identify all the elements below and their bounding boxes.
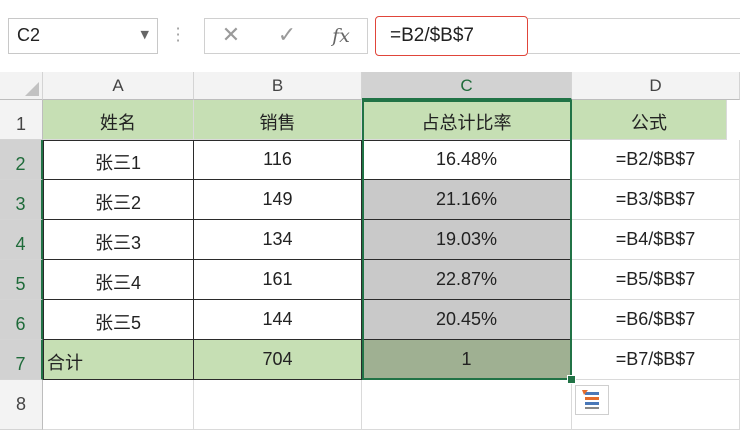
name-box-value: C2 [17,25,41,45]
cell-c6[interactable]: 20.45% [362,300,572,340]
select-all-corner[interactable] [0,72,43,100]
cell-c3[interactable]: 21.16% [362,180,572,220]
chevron-down-icon[interactable]: ▼ [141,28,149,41]
name-value: 张三2 [94,193,141,213]
enter-icon[interactable]: ✓ [273,23,301,49]
cell-d1[interactable]: 公式 [572,100,727,140]
formula-text: =B2/$B$7 [390,25,474,46]
cell-b7[interactable]: 704 [194,340,362,380]
row-header-1[interactable]: 1 [0,100,43,140]
name-value: 张三5 [94,313,141,333]
formula-value: =B5/$B$7 [615,269,696,289]
cell-d6[interactable]: =B6/$B$7 [572,300,740,340]
formula-value: =B7/$B$7 [615,349,696,369]
name-value: 张三3 [94,233,141,253]
row-header-2[interactable]: 2 [0,140,43,180]
more-options-icon[interactable]: · · · [175,21,181,49]
sales-value: 161 [262,269,293,289]
cell-c5[interactable]: 22.87% [362,260,572,300]
header-ratio: 占总计比率 [421,113,512,133]
sales-value: 116 [263,149,292,169]
ratio-value: 21.16% [435,189,498,209]
cell-b1[interactable]: 销售 [194,100,362,140]
cell-a5[interactable]: 张三4 [43,260,194,300]
row-header-5[interactable]: 5 [0,260,43,300]
cell-d4[interactable]: =B4/$B$7 [572,220,740,260]
cell-b4[interactable]: 134 [194,220,362,260]
formula-value: =B3/$B$7 [615,189,696,209]
formula-input[interactable]: =B2/$B$7 [375,16,528,56]
cell-a6[interactable]: 张三5 [43,300,194,340]
column-header-d[interactable]: D [572,72,740,100]
row-header-4[interactable]: 4 [0,220,43,260]
cell-d7[interactable]: =B7/$B$7 [572,340,740,380]
header-sales: 销售 [259,113,296,133]
cell-a8[interactable] [43,380,194,430]
formula-bar: C2 ▼ · · · ✕ ✓ fx =B2/$B$7 [0,0,740,72]
ratio-value: 19.03% [435,229,498,249]
insert-function-icon[interactable]: fx [327,23,355,49]
cell-d5[interactable]: =B5/$B$7 [572,260,740,300]
header-formula: 公式 [631,113,667,133]
sales-value: 149 [262,189,293,209]
cell-b6[interactable]: 144 [194,300,362,340]
sales-value: 144 [262,309,293,329]
row-header-3[interactable]: 3 [0,180,43,220]
sales-value: 134 [262,229,293,249]
cell-d3[interactable]: =B3/$B$7 [572,180,740,220]
row-header-8[interactable]: 8 [0,380,43,430]
name-value: 张三4 [94,273,141,293]
column-header-a[interactable]: A [43,72,194,100]
row-header-6[interactable]: 6 [0,300,43,340]
cell-a2[interactable]: 张三1 [43,140,194,180]
ratio-value: 20.45% [435,309,498,329]
header-name: 姓名 [100,113,136,133]
ratio-value: 22.87% [435,269,498,289]
column-header-c[interactable]: C [362,72,572,100]
name-box[interactable]: C2 ▼ [8,18,158,54]
name-value: 张三1 [94,153,141,173]
cell-c1[interactable]: 占总计比率 [362,100,572,140]
cell-c8[interactable] [362,380,572,430]
cell-a3[interactable]: 张三2 [43,180,194,220]
column-header-b[interactable]: B [194,72,362,100]
cell-c7[interactable]: 1 [362,340,572,380]
cell-a1[interactable]: 姓名 [43,100,194,140]
formula-buttons: ✕ ✓ fx [204,18,368,54]
cell-b5[interactable]: 161 [194,260,362,300]
quick-analysis-button[interactable] [575,385,609,415]
quick-analysis-icon [582,390,599,409]
cell-c4[interactable]: 19.03% [362,220,572,260]
cell-b2[interactable]: 116 [194,140,362,180]
row-header-7[interactable]: 7 [0,340,43,380]
total-label: 合计 [47,353,83,373]
cell-d2[interactable]: =B2/$B$7 [572,140,740,180]
cell-b8[interactable] [194,380,362,430]
cell-c2[interactable]: 16.48% [362,140,572,180]
fill-handle[interactable] [567,375,576,384]
ratio-value: 16.48% [435,149,498,169]
cell-b3[interactable]: 149 [194,180,362,220]
cancel-icon[interactable]: ✕ [217,23,245,49]
total-ratio: 1 [461,349,472,369]
formula-value: =B6/$B$7 [615,309,696,329]
formula-value: =B4/$B$7 [615,229,696,249]
cell-a7[interactable]: 合计 [43,340,194,380]
total-sales: 704 [262,349,293,369]
formula-value: =B2/$B$7 [615,149,696,169]
formula-input-extension[interactable] [528,18,740,54]
cell-a4[interactable]: 张三3 [43,220,194,260]
